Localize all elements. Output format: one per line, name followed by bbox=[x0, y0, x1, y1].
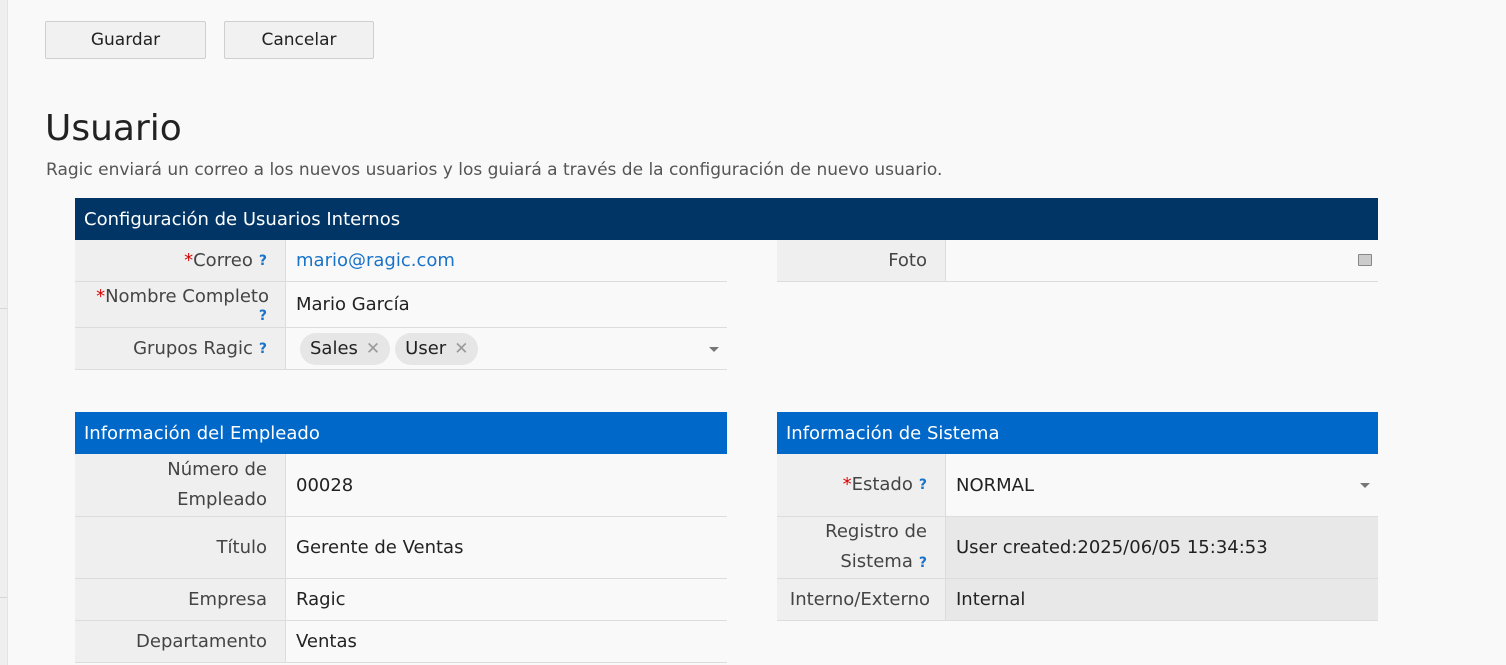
help-icon[interactable]: ? bbox=[919, 555, 927, 571]
group-tag-user: User ✕ bbox=[395, 332, 479, 365]
system-log-value: User created:2025/06/05 15:34:53 bbox=[946, 517, 1378, 578]
chevron-down-icon[interactable] bbox=[709, 346, 719, 352]
field-label-status: * Estado? bbox=[777, 454, 946, 516]
field-label-email: * Correo? bbox=[75, 240, 286, 281]
groups-select[interactable]: Sales ✕ User ✕ bbox=[286, 328, 727, 369]
page-description: Ragic enviará un correo a los nuevos usu… bbox=[46, 160, 943, 180]
field-label-fullname: *Nombre Completo ? bbox=[75, 282, 286, 327]
field-label-system-log: Registro de Sistema? bbox=[777, 517, 946, 578]
section-header-internal-config: Configuración de Usuarios Internos bbox=[75, 198, 1378, 240]
user-type-value: Internal bbox=[946, 579, 1378, 620]
required-mark: * bbox=[96, 286, 106, 307]
help-icon[interactable]: ? bbox=[919, 470, 927, 500]
field-label-employee-number: Número de Empleado bbox=[75, 454, 286, 516]
field-row-employee-number: Número de Empleado 00028 bbox=[75, 454, 727, 517]
field-label-job-title: Título bbox=[75, 517, 286, 578]
email-field[interactable]: mario@ragic.com bbox=[286, 240, 727, 281]
employee-number-field[interactable]: 00028 bbox=[286, 454, 727, 516]
field-row-groups: Grupos Ragic? Sales ✕ User ✕ bbox=[75, 328, 727, 370]
image-icon[interactable] bbox=[1358, 254, 1372, 266]
field-row-job-title: Título Gerente de Ventas bbox=[75, 517, 727, 579]
field-row-photo: Foto bbox=[777, 240, 1378, 282]
field-row-user-type: Interno/Externo Internal bbox=[777, 579, 1378, 621]
field-label-user-type: Interno/Externo bbox=[777, 579, 946, 620]
required-mark: * bbox=[842, 474, 852, 495]
help-icon[interactable]: ? bbox=[259, 334, 267, 364]
required-mark: * bbox=[184, 249, 194, 271]
chevron-down-icon[interactable] bbox=[1360, 483, 1370, 488]
field-label-groups: Grupos Ragic? bbox=[75, 328, 286, 369]
help-icon[interactable]: ? bbox=[259, 246, 267, 276]
company-field[interactable]: Ragic bbox=[286, 579, 727, 620]
department-field[interactable]: Ventas bbox=[286, 621, 727, 662]
field-row-department: Departamento Ventas bbox=[75, 621, 727, 663]
field-label-photo: Foto bbox=[777, 240, 946, 281]
field-label-department: Departamento bbox=[75, 621, 286, 662]
field-row-company: Empresa Ragic bbox=[75, 579, 727, 621]
fullname-field[interactable]: Mario García bbox=[286, 282, 727, 327]
status-select[interactable]: NORMAL bbox=[946, 454, 1378, 516]
page-title: Usuario bbox=[45, 108, 182, 149]
email-link[interactable]: mario@ragic.com bbox=[296, 250, 455, 271]
section-header-system-info: Información de Sistema bbox=[777, 412, 1378, 454]
photo-field[interactable] bbox=[946, 240, 1378, 281]
job-title-field[interactable]: Gerente de Ventas bbox=[286, 517, 727, 578]
field-label-company: Empresa bbox=[75, 579, 286, 620]
field-row-email: * Correo? mario@ragic.com bbox=[75, 240, 727, 282]
group-tag-sales: Sales ✕ bbox=[300, 332, 391, 365]
field-row-system-log: Registro de Sistema? User created:2025/0… bbox=[777, 517, 1378, 579]
field-row-status: * Estado? NORMAL bbox=[777, 454, 1378, 517]
help-icon[interactable]: ? bbox=[259, 308, 267, 324]
remove-tag-icon[interactable]: ✕ bbox=[366, 339, 380, 359]
remove-tag-icon[interactable]: ✕ bbox=[454, 339, 468, 359]
cancel-button[interactable]: Cancelar bbox=[224, 21, 374, 59]
section-header-employee-info: Información del Empleado bbox=[75, 412, 727, 454]
field-row-fullname: *Nombre Completo ? Mario García bbox=[75, 282, 727, 328]
save-button[interactable]: Guardar bbox=[45, 21, 206, 59]
left-edge-strip bbox=[0, 0, 8, 665]
